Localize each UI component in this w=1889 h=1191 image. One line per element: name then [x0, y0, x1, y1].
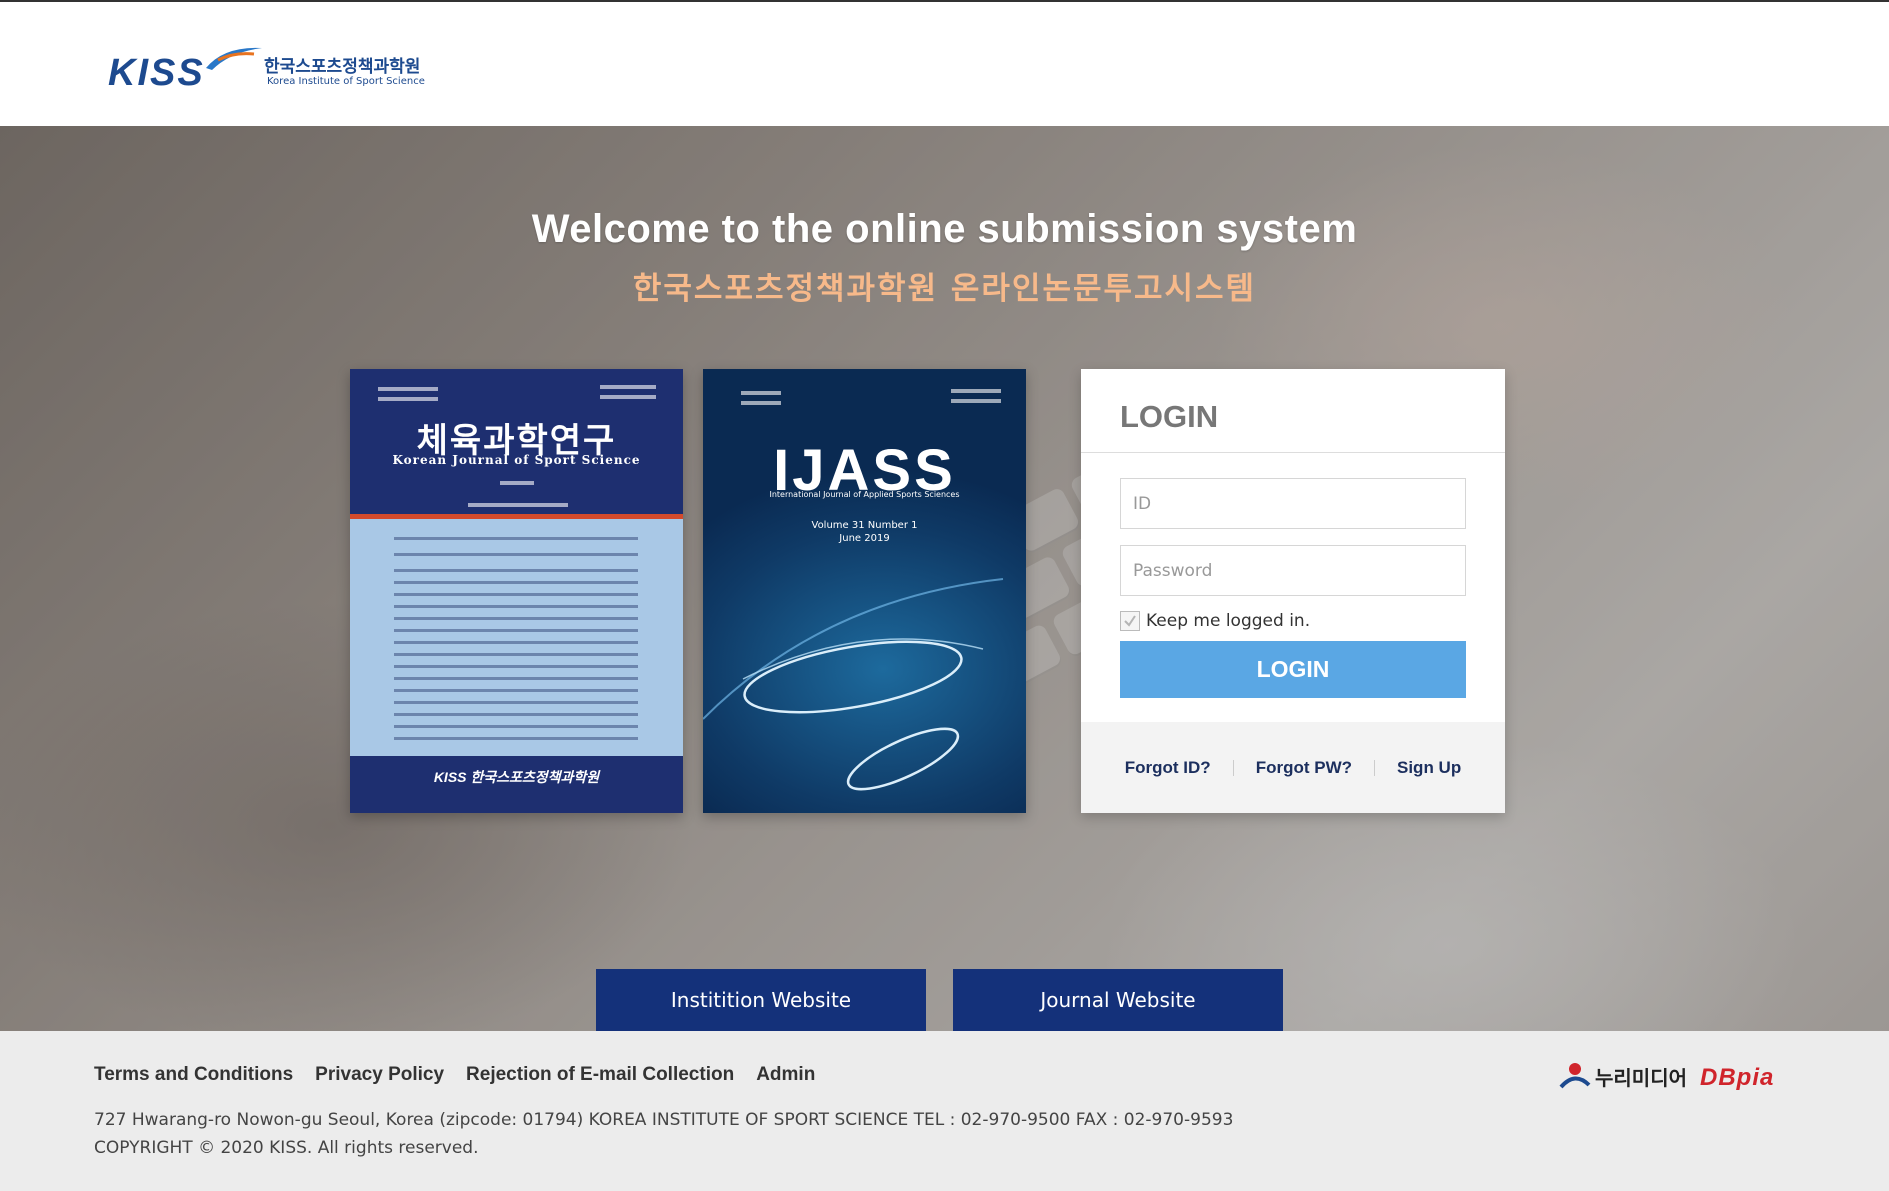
- journal2-volume: Volume 31 Number 1 June 2019: [703, 519, 1026, 545]
- nurimedia-text: 누리미디어: [1595, 1065, 1687, 1090]
- nurimedia-icon: [1559, 1063, 1591, 1089]
- sign-up-link[interactable]: Sign Up: [1397, 758, 1461, 778]
- admin-link[interactable]: Admin: [756, 1064, 815, 1086]
- journal1-publisher: KISS 한국스포츠정책과학원: [433, 769, 600, 785]
- forgot-pw-link[interactable]: Forgot PW?: [1256, 758, 1352, 778]
- nurimedia-logo[interactable]: 누리미디어: [1557, 1061, 1687, 1091]
- link-separator: [1374, 759, 1375, 776]
- logo-korean-name: 한국스포츠정책과학원: [264, 57, 421, 77]
- forgot-id-link[interactable]: Forgot ID?: [1125, 758, 1211, 778]
- login-button[interactable]: LOGIN: [1120, 641, 1466, 698]
- logo-kiss-text: KISS: [108, 52, 205, 94]
- login-divider: [1081, 452, 1505, 453]
- password-input[interactable]: [1120, 545, 1466, 596]
- login-title: LOGIN: [1120, 399, 1219, 434]
- logo-swoosh-icon: [206, 47, 262, 70]
- email-rejection-link[interactable]: Rejection of E-mail Collection: [466, 1064, 734, 1086]
- welcome-heading: Welcome to the online submission system: [531, 207, 1358, 251]
- dbpia-logo[interactable]: DBpia: [1700, 1064, 1774, 1092]
- terms-link[interactable]: Terms and Conditions: [94, 1064, 293, 1086]
- journal2-swirl-graphic: [703, 578, 1004, 791]
- login-panel: LOGIN Keep me logged in. LOGIN Forgot ID…: [1081, 369, 1505, 813]
- journal1-subtitle: Korean Journal of Sport Science: [392, 453, 641, 467]
- footer-address: 727 Hwarang-ro Nowon-gu Seoul, Korea (zi…: [94, 1110, 1234, 1130]
- kiss-logo[interactable]: KISS 한국스포츠정책과학원 Korea Institute of Sport…: [108, 42, 438, 102]
- keep-logged-in-checkbox[interactable]: [1120, 611, 1140, 631]
- site-header: KISS 한국스포츠정책과학원 Korea Institute of Sport…: [0, 2, 1889, 126]
- site-footer: Terms and Conditions Privacy Policy Reje…: [0, 1031, 1889, 1191]
- journal2-volume-number: Volume 31 Number 1: [811, 520, 918, 531]
- welcome-subheading-korean: 한국스포츠정책과학원 온라인논문투고시스템: [632, 271, 1257, 307]
- link-separator: [1232, 759, 1234, 776]
- journal2-subtitle: International Journal of Applied Sports …: [769, 490, 960, 499]
- journal1-contents: [350, 519, 683, 756]
- footer-links: Terms and Conditions Privacy Policy Reje…: [94, 1064, 837, 1086]
- privacy-link[interactable]: Privacy Policy: [315, 1064, 444, 1086]
- id-input[interactable]: [1120, 478, 1466, 529]
- footer-copyright: COPYRIGHT © 2020 KISS. All rights reserv…: [94, 1138, 479, 1158]
- journal-website-button[interactable]: Journal Website: [953, 969, 1283, 1031]
- keep-logged-in[interactable]: Keep me logged in.: [1120, 611, 1310, 631]
- institution-website-button[interactable]: Institition Website: [596, 969, 926, 1031]
- keep-logged-in-label: Keep me logged in.: [1146, 611, 1311, 631]
- hero-section: Welcome to the online submission system …: [0, 126, 1889, 1031]
- journal2-date: June 2019: [839, 533, 890, 544]
- journal-cover-ijass[interactable]: IJASS International Journal of Applied S…: [703, 369, 1026, 813]
- login-links: Forgot ID? Forgot PW? Sign Up: [1081, 722, 1505, 813]
- checkmark-icon: [1124, 615, 1136, 627]
- journal-cover-korean-sport-science[interactable]: 체육과학연구 Korean Journal of Sport Science K…: [350, 369, 683, 813]
- logo-english-name: Korea Institute of Sport Science: [267, 76, 425, 87]
